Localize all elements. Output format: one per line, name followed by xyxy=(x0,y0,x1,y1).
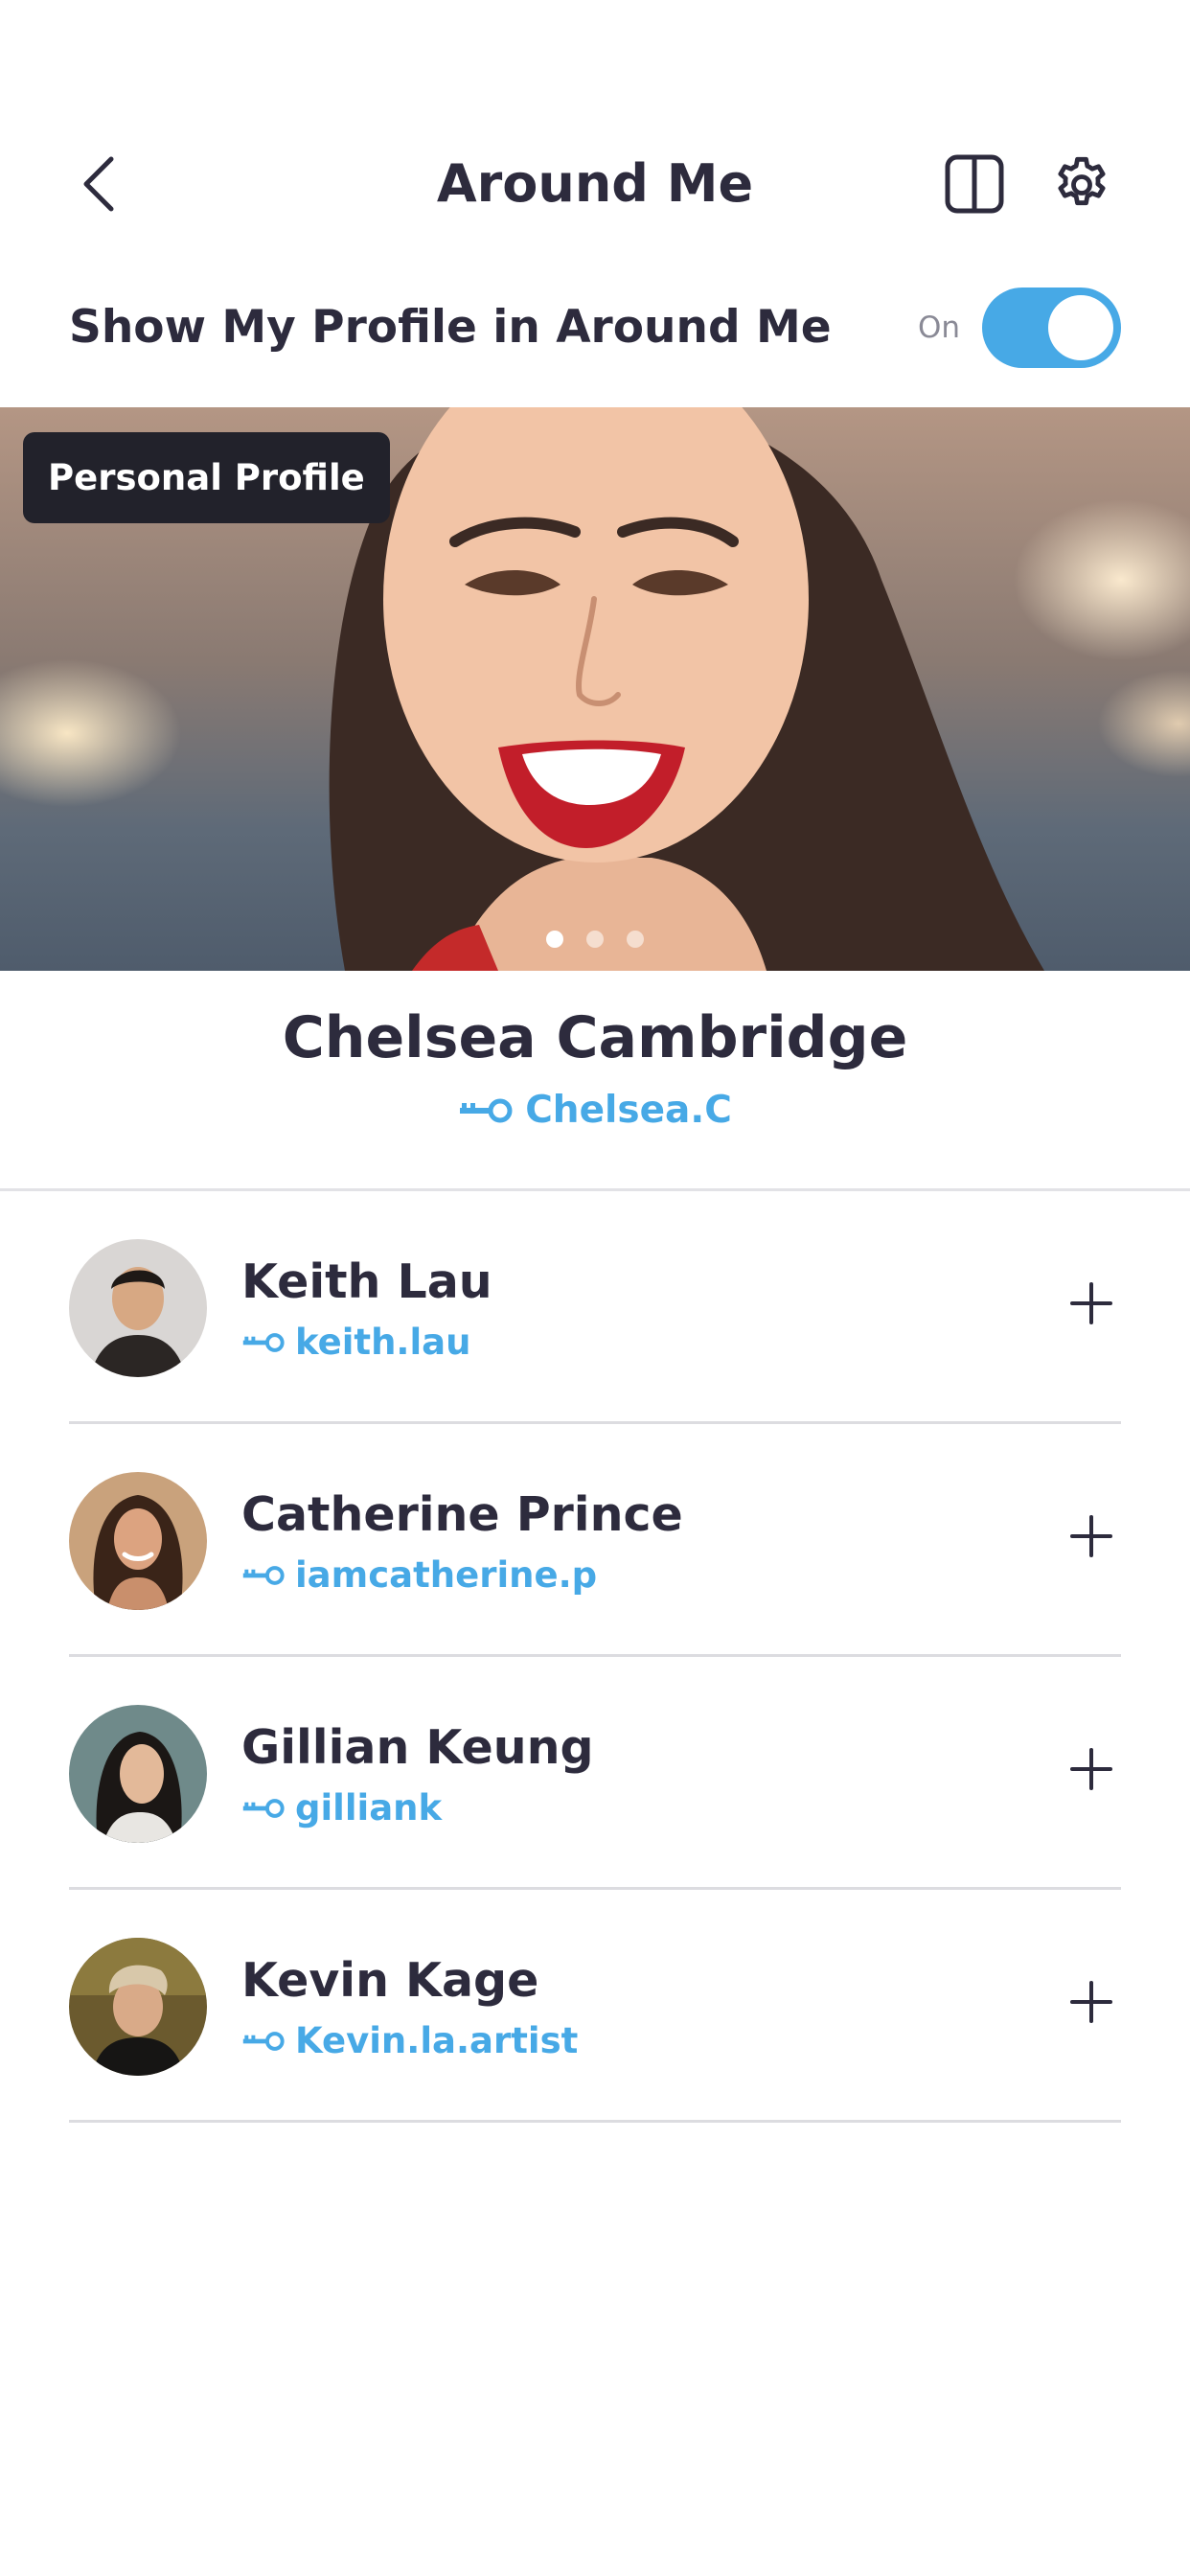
carousel-dots xyxy=(0,931,1190,948)
toggle-state-label: On xyxy=(918,310,961,345)
person-handle: gilliank xyxy=(241,1787,442,1828)
list-item[interactable]: Keith Lau keith.lau xyxy=(0,1191,1190,1424)
key-icon xyxy=(460,1098,513,1122)
profile-handle: Chelsea.C xyxy=(0,1089,1190,1132)
settings-button[interactable] xyxy=(1050,153,1113,217)
avatar-photo xyxy=(69,1705,207,1843)
split-view-icon xyxy=(945,154,1004,214)
carousel-dot[interactable] xyxy=(627,931,644,948)
avatar-photo xyxy=(69,1472,207,1610)
avatar xyxy=(69,1705,207,1843)
add-contact-button[interactable] xyxy=(1060,1737,1123,1801)
person-name: Keith Lau xyxy=(241,1254,492,1309)
person-name: Kevin Kage xyxy=(241,1953,539,2008)
nearby-people-list: Keith Lau keith.lau Catherine Prince iam… xyxy=(0,1191,1190,2123)
gear-icon xyxy=(1058,156,1106,206)
visibility-setting-row: Show My Profile in Around Me On xyxy=(0,278,1190,378)
avatar xyxy=(69,1472,207,1610)
person-handle-text: Kevin.la.artist xyxy=(295,2020,579,2061)
visibility-toggle[interactable] xyxy=(982,288,1121,368)
avatar xyxy=(69,1239,207,1377)
avatar xyxy=(69,1938,207,2076)
plus-icon xyxy=(1070,1981,1112,2023)
person-name: Catherine Prince xyxy=(241,1487,683,1542)
add-contact-button[interactable] xyxy=(1060,1970,1123,2034)
avatar-photo xyxy=(69,1938,207,2076)
person-handle: Kevin.la.artist xyxy=(241,2020,578,2061)
list-item[interactable]: Kevin Kage Kevin.la.artist xyxy=(0,1890,1190,2123)
list-item[interactable]: Catherine Prince iamcatherine.p xyxy=(0,1424,1190,1657)
profile-name: Chelsea Cambridge xyxy=(282,1004,908,1071)
person-name: Gillian Keung xyxy=(241,1720,594,1775)
row-divider xyxy=(69,2120,1121,2123)
profile-photo-carousel[interactable]: Personal Profile xyxy=(0,407,1190,971)
top-bar: Around Me xyxy=(0,134,1190,234)
person-handle-text: gilliank xyxy=(295,1787,443,1828)
carousel-dot[interactable] xyxy=(546,931,563,948)
key-icon xyxy=(242,2031,285,2051)
key-icon xyxy=(242,1565,285,1585)
add-contact-button[interactable] xyxy=(1060,1505,1123,1568)
person-handle-text: iamcatherine.p xyxy=(295,1554,598,1596)
personal-profile-badge: Personal Profile xyxy=(23,432,390,523)
plus-icon xyxy=(1070,1515,1112,1557)
toggle-knob xyxy=(1048,295,1113,360)
key-icon xyxy=(242,1798,285,1818)
profile-handle-text: Chelsea.C xyxy=(525,1089,732,1132)
plus-icon xyxy=(1070,1748,1112,1790)
carousel-dot[interactable] xyxy=(586,931,604,948)
add-contact-button[interactable] xyxy=(1060,1272,1123,1335)
visibility-label: Show My Profile in Around Me xyxy=(69,301,832,354)
person-handle: iamcatherine.p xyxy=(241,1554,597,1596)
person-handle: keith.lau xyxy=(241,1322,470,1363)
key-icon xyxy=(242,1332,285,1352)
person-handle-text: keith.lau xyxy=(295,1322,471,1363)
plus-icon xyxy=(1070,1282,1112,1324)
avatar-photo xyxy=(69,1239,207,1377)
layout-toggle-button[interactable] xyxy=(944,153,1005,215)
list-item[interactable]: Gillian Keung gilliank xyxy=(0,1657,1190,1890)
page-title: Around Me xyxy=(436,153,754,214)
